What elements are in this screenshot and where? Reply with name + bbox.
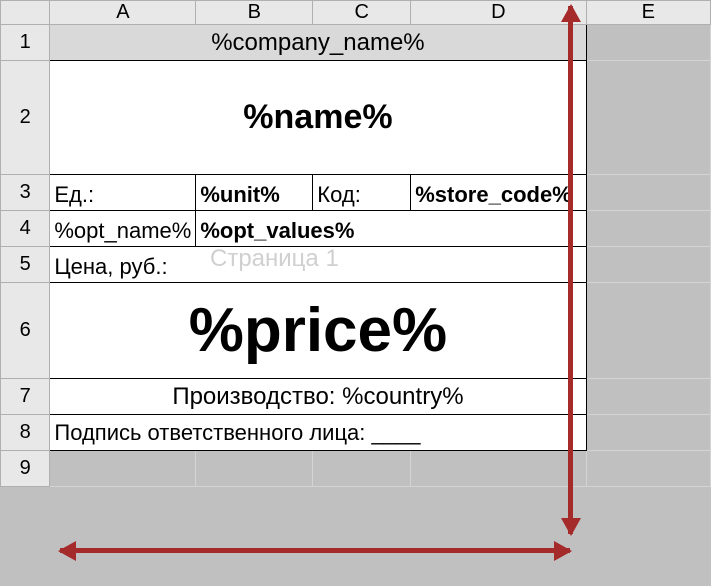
col-header-e[interactable]: E — [586, 1, 711, 25]
cell-e9[interactable] — [586, 451, 711, 487]
row-header-7[interactable]: 7 — [1, 379, 50, 415]
cell-e6[interactable] — [586, 283, 711, 379]
cell-e4[interactable] — [586, 211, 711, 247]
height-dimension-arrow — [568, 6, 573, 534]
cell-opt-name[interactable]: %opt_name% — [50, 211, 196, 247]
cell-e1[interactable] — [586, 25, 711, 61]
cell-store-code[interactable]: %store_code% — [411, 175, 586, 211]
row-header-9[interactable]: 9 — [1, 451, 50, 487]
row-header-1[interactable]: 1 — [1, 25, 50, 61]
cell-country[interactable]: Производство: %country% — [50, 379, 586, 415]
cell-e3[interactable] — [586, 175, 711, 211]
cell-price-label[interactable]: Цена, руб.: — [50, 247, 586, 283]
cell-b9[interactable] — [196, 451, 313, 487]
cell-sign[interactable]: Подпись ответственного лица: ____ — [50, 415, 586, 451]
select-all-corner[interactable] — [1, 1, 50, 25]
cell-name[interactable]: %name% — [50, 61, 586, 175]
cell-company-name[interactable]: %company_name% — [50, 25, 586, 61]
cell-e2[interactable] — [586, 61, 711, 175]
col-header-c[interactable]: C — [313, 1, 411, 25]
width-dimension-arrow — [60, 548, 570, 553]
cell-d9[interactable] — [411, 451, 586, 487]
col-header-d[interactable]: D — [411, 1, 586, 25]
cell-unit-label[interactable]: Ед.: — [50, 175, 196, 211]
row-header-6[interactable]: 6 — [1, 283, 50, 379]
row-header-3[interactable]: 3 — [1, 175, 50, 211]
cell-c9[interactable] — [313, 451, 411, 487]
cell-opt-values[interactable]: %opt_values% — [196, 211, 586, 247]
cell-unit-value[interactable]: %unit% — [196, 175, 313, 211]
row-header-4[interactable]: 4 — [1, 211, 50, 247]
row-header-2[interactable]: 2 — [1, 61, 50, 175]
cell-e7[interactable] — [586, 379, 711, 415]
row-header-8[interactable]: 8 — [1, 415, 50, 451]
cell-e5[interactable] — [586, 247, 711, 283]
col-header-b[interactable]: B — [196, 1, 313, 25]
spreadsheet-grid[interactable]: A B C D E 1 %company_name% 2 %name% 3 Ед… — [0, 0, 711, 487]
row-header-5[interactable]: 5 — [1, 247, 50, 283]
col-header-a[interactable]: A — [50, 1, 196, 25]
cell-code-label[interactable]: Код: — [313, 175, 411, 211]
cell-a9[interactable] — [50, 451, 196, 487]
cell-price[interactable]: %price% — [50, 283, 586, 379]
cell-e8[interactable] — [586, 415, 711, 451]
